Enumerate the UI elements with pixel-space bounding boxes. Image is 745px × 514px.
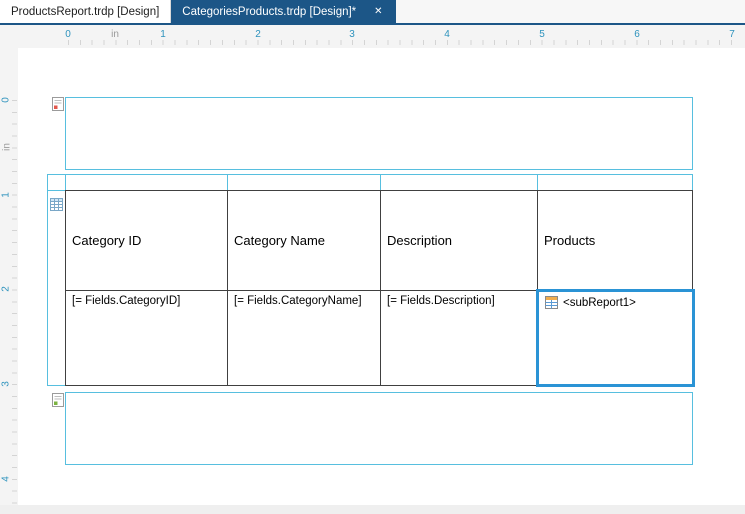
subreport-icon	[545, 296, 558, 309]
document-tab-strip: ProductsReport.trdp [Design] CategoriesP…	[0, 0, 745, 25]
table-column-selector-3[interactable]	[380, 174, 538, 191]
header-cell-text: Category Name	[234, 233, 326, 248]
header-cell-text: Products	[544, 233, 596, 248]
field-expression: [= Fields.CategoryName]	[234, 295, 362, 307]
field-expression: [= Fields.CategoryID]	[72, 295, 181, 307]
table-column-selector-4[interactable]	[537, 174, 693, 191]
table-column-selector-1[interactable]	[65, 174, 228, 191]
table-detail-cell-category-name[interactable]: [= Fields.CategoryName]	[227, 290, 380, 385]
table-header-cell-category-name[interactable]: Category Name	[227, 190, 380, 290]
ruler-mark-3v: 3	[0, 381, 12, 387]
subreport-selected-cell[interactable]: <subReport1>	[536, 289, 695, 387]
ruler-mark-0v: 0	[0, 97, 12, 103]
table-detail-cell-category-id[interactable]: [= Fields.CategoryID]	[65, 290, 227, 385]
report-designer-window: ProductsReport.trdp [Design] CategoriesP…	[0, 0, 745, 514]
table-corner-selector[interactable]	[47, 174, 66, 191]
vertical-ruler-ticks	[12, 100, 17, 512]
ruler-mark-6: 6	[634, 29, 640, 40]
subreport-label: <subReport1>	[563, 297, 636, 309]
vertical-ruler: 0 in 1 2 3 4	[0, 48, 18, 514]
table-header-cell-products[interactable]: Products	[537, 190, 692, 290]
horizontal-ruler-ticks	[68, 40, 738, 45]
table-column-selector-2[interactable]	[227, 174, 381, 191]
header-cell-text: Category ID	[72, 233, 142, 248]
page-footer-section[interactable]	[65, 392, 693, 465]
bottom-margin	[0, 505, 745, 514]
field-expression: [= Fields.Description]	[387, 295, 495, 307]
ruler-unit-label-v: in	[1, 143, 13, 151]
table-icon[interactable]	[50, 198, 63, 211]
header-cell-text: Description	[387, 233, 453, 248]
page-header-section[interactable]	[65, 97, 693, 170]
ruler-mark-4: 4	[444, 29, 450, 40]
ruler-mark-1v: 1	[0, 192, 12, 198]
tab-label: ProductsReport.trdp [Design]	[11, 5, 160, 18]
ruler-mark-2: 2	[255, 29, 261, 40]
ruler-mark-0: 0	[65, 29, 71, 40]
tab-label: CategoriesProducts.trdp [Design]*	[182, 5, 357, 18]
table-detail-cell-description[interactable]: [= Fields.Description]	[380, 290, 537, 385]
ruler-mark-3: 3	[349, 29, 355, 40]
ruler-mark-5: 5	[539, 29, 545, 40]
ruler-mark-2v: 2	[0, 286, 12, 292]
page-footer-icon[interactable]	[52, 393, 64, 407]
table-header-cell-category-id[interactable]: Category ID	[65, 190, 227, 290]
design-surface[interactable]: Category ID Category Name Description Pr…	[18, 48, 745, 514]
ruler-mark-4v: 4	[0, 476, 12, 482]
ruler-unit-label: in	[111, 29, 119, 40]
tab-categories-products[interactable]: CategoriesProducts.trdp [Design]* ✕	[171, 0, 396, 23]
table-header-cell-description[interactable]: Description	[380, 190, 537, 290]
page-header-icon[interactable]	[52, 97, 64, 111]
ruler-mark-1: 1	[160, 29, 166, 40]
ruler-mark-7: 7	[729, 29, 735, 40]
close-tab-icon[interactable]: ✕	[372, 6, 384, 18]
table-row-selector[interactable]	[47, 190, 66, 386]
tab-products-report[interactable]: ProductsReport.trdp [Design]	[0, 0, 172, 23]
horizontal-ruler: 0 in 1 2 3 4 5 6 7	[0, 25, 745, 48]
